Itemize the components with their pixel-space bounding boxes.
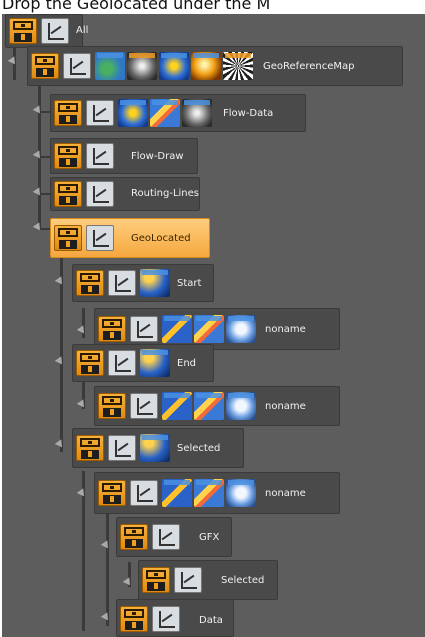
expand-arrow-icon[interactable]	[32, 150, 44, 161]
expand-arrow-icon[interactable]	[76, 399, 88, 410]
tree-node-end[interactable]: End	[72, 344, 214, 382]
node-label: Selected	[177, 443, 221, 454]
line-plugin-icon[interactable]	[162, 479, 192, 507]
tree-node-data[interactable]: Data	[116, 599, 234, 637]
instruction-caption: Drop the Geolocated under the M	[2, 0, 271, 13]
tree-node-selected[interactable]: Selected	[138, 560, 278, 600]
tree-connector	[106, 508, 109, 626]
tree-node-flow-data[interactable]: Flow-Data	[50, 94, 306, 132]
arrow-plugin-icon[interactable]	[194, 392, 224, 420]
group-container-icon	[54, 100, 82, 126]
glass-plugin-icon[interactable]	[226, 392, 256, 420]
glass-plugin-icon[interactable]	[226, 479, 256, 507]
expand-arrow-icon[interactable]	[54, 356, 66, 367]
node-label: All	[76, 25, 89, 36]
line-plugin-icon[interactable]	[162, 315, 192, 343]
orange-sphere-plugin-icon[interactable]	[191, 52, 221, 80]
arrow-plugin-icon[interactable]	[194, 479, 224, 507]
arrow-plugin-icon[interactable]	[194, 315, 224, 343]
group-container-icon	[76, 350, 104, 376]
tree-node-start[interactable]: Start	[72, 264, 214, 302]
transform-axes-icon	[108, 270, 136, 296]
transform-axes-icon	[130, 480, 158, 506]
group-container-icon	[142, 567, 170, 593]
expand-arrow-icon[interactable]	[76, 488, 88, 499]
tree-node-selected[interactable]: Selected	[72, 428, 244, 468]
transform-axes-icon	[152, 606, 180, 632]
group-container-icon	[120, 606, 148, 632]
tree-node-routing-lines[interactable]: Routing-Lines	[50, 177, 200, 211]
tree-node-georeferencemap[interactable]: GeoReferenceMap	[27, 46, 403, 86]
tree-node-noname[interactable]: noname	[94, 472, 340, 514]
transform-axes-icon	[86, 143, 114, 169]
expand-arrow-icon[interactable]	[54, 276, 66, 287]
structure-plugin-icon[interactable]	[140, 434, 170, 462]
node-label: noname	[265, 488, 306, 499]
group-container-icon	[54, 225, 82, 251]
group-container-icon	[76, 270, 104, 296]
group-container-icon	[120, 524, 148, 550]
map-plugin-icon[interactable]	[95, 52, 125, 80]
glass-plugin-icon[interactable]	[226, 315, 256, 343]
structure-plugin-icon[interactable]	[140, 269, 170, 297]
node-label: Flow-Draw	[131, 151, 184, 162]
transform-axes-icon	[41, 18, 69, 44]
transform-axes-icon	[108, 350, 136, 376]
tree-node-gfx[interactable]: GFX	[116, 517, 232, 557]
group-container-icon	[54, 143, 82, 169]
node-label: Routing-Lines	[131, 188, 199, 199]
flow-sphere-plugin-icon[interactable]	[182, 99, 212, 127]
scene-tree-panel[interactable]: All GeoReferenceMap Flow-Data Flow-Draw …	[2, 14, 425, 637]
expand-arrow-icon[interactable]	[100, 612, 112, 623]
line-plugin-icon[interactable]	[162, 392, 192, 420]
group-container-icon	[31, 53, 59, 79]
node-label: GFX	[199, 532, 220, 543]
structure-plugin-icon[interactable]	[140, 349, 170, 377]
expand-arrow-icon[interactable]	[76, 325, 88, 336]
transform-axes-icon	[63, 53, 91, 79]
transform-axes-icon	[86, 181, 114, 207]
transform-axes-icon	[86, 100, 114, 126]
node-label: noname	[265, 401, 306, 412]
expand-arrow-icon[interactable]	[122, 577, 134, 588]
tree-node-all[interactable]: All	[5, 14, 88, 48]
expand-arrow-icon[interactable]	[7, 56, 19, 67]
group-container-icon	[98, 480, 126, 506]
sphere-plugin-icon[interactable]	[127, 52, 157, 80]
tree-node-noname[interactable]: noname	[94, 386, 340, 426]
transform-axes-icon	[108, 435, 136, 461]
tree-node-flow-draw[interactable]: Flow-Draw	[50, 138, 198, 174]
swirl-plugin-icon[interactable]	[159, 52, 189, 80]
group-container-icon	[98, 393, 126, 419]
tree-node-geolocated[interactable]: GeoLocated	[50, 218, 210, 258]
expand-arrow-icon[interactable]	[32, 187, 44, 198]
expand-arrow-icon[interactable]	[32, 222, 44, 233]
transform-axes-icon	[130, 393, 158, 419]
node-label: Flow-Data	[223, 108, 274, 119]
group-container-icon	[54, 181, 82, 207]
group-container-icon	[98, 316, 126, 342]
node-label: Start	[177, 278, 202, 289]
expand-arrow-icon[interactable]	[32, 105, 44, 116]
burst-plugin-icon[interactable]	[223, 52, 253, 80]
expand-arrow-icon[interactable]	[54, 439, 66, 450]
group-container-icon	[76, 435, 104, 461]
expand-arrow-icon[interactable]	[100, 540, 112, 551]
transform-axes-icon	[130, 316, 158, 342]
transform-axes-icon	[152, 524, 180, 550]
arrow-plugin-icon[interactable]	[150, 99, 180, 127]
node-label: End	[177, 358, 197, 369]
node-label: Data	[199, 615, 223, 626]
node-label: GeoReferenceMap	[263, 61, 355, 72]
node-label: Selected	[221, 575, 265, 586]
node-label: noname	[265, 324, 306, 335]
flow-plugin-icon[interactable]	[118, 99, 148, 127]
transform-axes-icon	[86, 225, 114, 251]
transform-axes-icon	[174, 567, 202, 593]
node-label: GeoLocated	[131, 233, 191, 244]
group-container-icon	[9, 18, 37, 44]
